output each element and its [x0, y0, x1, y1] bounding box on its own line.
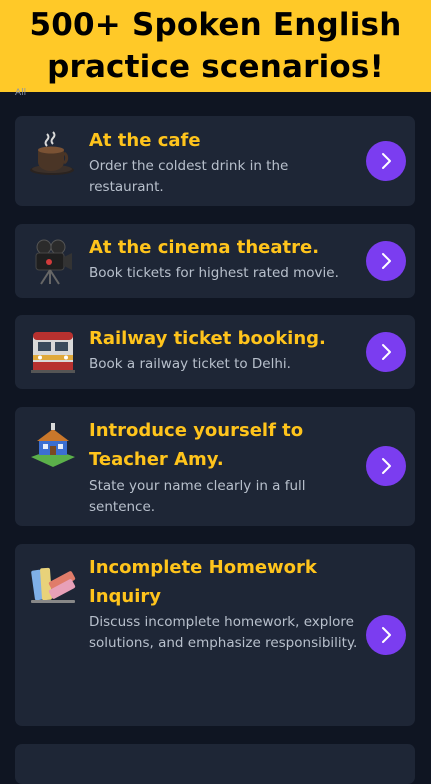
promo-banner: 500+ Spoken English practice scenarios!: [0, 0, 431, 92]
start-scenario-button[interactable]: [366, 241, 406, 281]
start-scenario-button[interactable]: [366, 332, 406, 372]
start-scenario-button[interactable]: [366, 615, 406, 655]
start-scenario-button[interactable]: [366, 446, 406, 486]
chevron-right-icon: [382, 458, 391, 474]
scenario-description: Book tickets for highest rated movie.: [89, 265, 339, 281]
chevron-right-icon: [382, 253, 391, 269]
start-scenario-button[interactable]: [366, 141, 406, 181]
scenario-card-cinema[interactable]: At the cinema theatre. Book tickets for …: [15, 224, 415, 298]
banner-line-2: practice scenarios!: [47, 49, 384, 85]
chevron-right-icon: [382, 627, 391, 643]
books-icon: [31, 567, 76, 603]
scenario-card-partial[interactable]: [15, 744, 415, 784]
chevron-right-icon: [382, 153, 391, 169]
school-building-icon: [31, 423, 75, 467]
train-icon: [31, 332, 75, 373]
scenario-title: Railway ticket booking.: [89, 328, 326, 349]
header-partial-text: All: [15, 88, 27, 98]
scenario-description: State your name clearly in a full senten…: [89, 478, 306, 515]
movie-camera-icon: [35, 239, 72, 285]
scenario-card-railway[interactable]: Railway ticket booking. Book a railway t…: [15, 315, 415, 389]
scenario-card-cafe[interactable]: At the cafe Order the coldest drink in t…: [15, 116, 415, 206]
scenario-description: Discuss incomplete homework, explore sol…: [89, 614, 358, 651]
scenario-title: At the cinema theatre.: [89, 237, 320, 258]
scenario-title: Incomplete Homework Inquiry: [89, 557, 317, 607]
banner-line-1: 500+ Spoken English: [29, 7, 402, 43]
chevron-right-icon: [382, 344, 391, 360]
coffee-cup-icon: [30, 131, 74, 175]
scenario-description: Book a railway ticket to Delhi.: [89, 356, 291, 372]
scenario-description: Order the coldest drink in the restauran…: [89, 158, 289, 195]
scenario-title: Introduce yourself to Teacher Amy.: [89, 420, 304, 470]
scenario-card-homework[interactable]: Incomplete Homework Inquiry Discuss inco…: [15, 544, 415, 726]
scenario-card-teacher-amy[interactable]: Introduce yourself to Teacher Amy. State…: [15, 407, 415, 526]
scenario-title: At the cafe: [89, 130, 201, 151]
